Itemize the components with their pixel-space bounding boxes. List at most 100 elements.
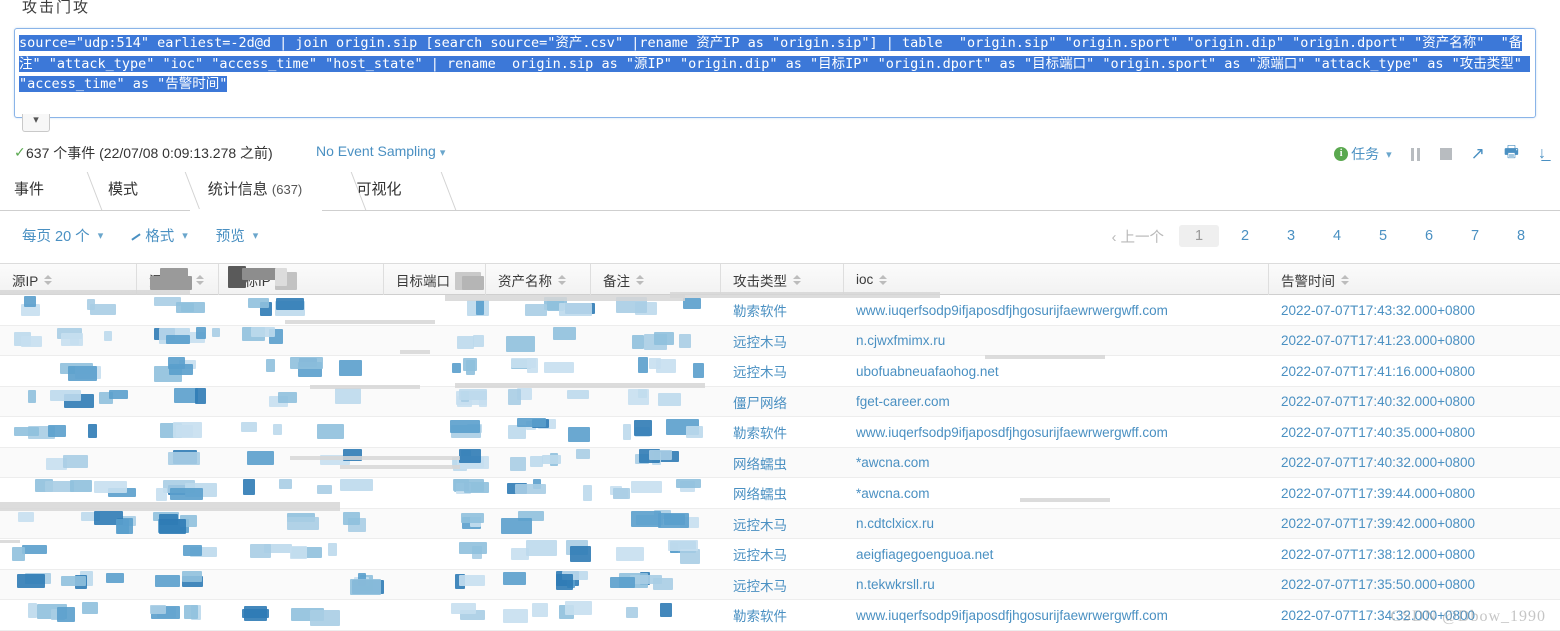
cell-ioc[interactable]: *awcna.com [844, 448, 1269, 478]
preview-dropdown[interactable]: 预览 ▾ [216, 225, 259, 246]
cell-dest_port[interactable] [384, 356, 486, 386]
cell-alert_time[interactable]: 2022-07-07T17:40:32.000+0800 [1269, 448, 1560, 478]
cell-source_port[interactable] [137, 539, 219, 569]
cell-dest_port[interactable] [384, 326, 486, 356]
cell-dest_ip[interactable] [219, 356, 384, 386]
sort-icon[interactable] [636, 274, 644, 286]
cell-asset_name[interactable] [486, 570, 591, 600]
cell-attack_type[interactable]: 勒索软件 [721, 417, 844, 447]
pagination-page-6[interactable]: 6 [1409, 225, 1449, 247]
cell-attack_type[interactable]: 网络蠕虫 [721, 478, 844, 508]
cell-dest_ip[interactable] [219, 326, 384, 356]
cell-ioc[interactable]: *awcna.com [844, 478, 1269, 508]
table-row[interactable]: 远控木马aeigfiagegoenguoa.net2022-07-07T17:3… [0, 539, 1560, 570]
column-header-0[interactable]: 源IP [0, 264, 137, 295]
tab-visualization[interactable]: 可视化 [348, 170, 410, 209]
cell-source_port[interactable] [137, 570, 219, 600]
cell-asset_name[interactable] [486, 539, 591, 569]
tab-statistics[interactable]: 统计信息 (637) [190, 170, 320, 209]
cell-asset_name[interactable] [486, 417, 591, 447]
cell-note[interactable] [591, 570, 721, 600]
cell-dest_ip[interactable] [219, 509, 384, 539]
print-icon[interactable]: 🖶 [1504, 141, 1519, 168]
cell-note[interactable] [591, 387, 721, 417]
column-header-6[interactable]: 攻击类型 [721, 264, 844, 295]
cell-dest_ip[interactable] [219, 448, 384, 478]
cell-source_ip[interactable] [0, 600, 137, 630]
table-row[interactable]: 勒索软件www.iuqerfsodp9ifjaposdfjhgosurijfae… [0, 600, 1560, 631]
pagination-page-5[interactable]: 5 [1363, 225, 1403, 247]
cell-ioc[interactable]: ubofuabneuafaohog.net [844, 356, 1269, 386]
cell-source_port[interactable] [137, 356, 219, 386]
cell-alert_time[interactable]: 2022-07-07T17:43:32.000+0800 [1269, 295, 1560, 325]
cell-alert_time[interactable]: 2022-07-07T17:41:23.000+0800 [1269, 326, 1560, 356]
cell-note[interactable] [591, 600, 721, 630]
cell-dest_port[interactable] [384, 478, 486, 508]
cell-dest_port[interactable] [384, 387, 486, 417]
pagination-page-3[interactable]: 3 [1271, 225, 1311, 247]
table-row[interactable]: 远控木马n.cjwxfmimx.ru2022-07-07T17:41:23.00… [0, 326, 1560, 357]
cell-asset_name[interactable] [486, 478, 591, 508]
cell-attack_type[interactable]: 远控木马 [721, 570, 844, 600]
table-row[interactable]: 勒索软件www.iuqerfsodp9ifjaposdfjhgosurijfae… [0, 417, 1560, 448]
pagination-page-7[interactable]: 7 [1455, 225, 1495, 247]
cell-dest_port[interactable] [384, 600, 486, 630]
sort-icon[interactable] [1341, 274, 1349, 286]
cell-attack_type[interactable]: 勒索软件 [721, 600, 844, 630]
cell-dest_port[interactable] [384, 448, 486, 478]
cell-attack_type[interactable]: 远控木马 [721, 509, 844, 539]
per-page-dropdown[interactable]: 每页 20 个 ▾ [22, 225, 103, 246]
column-header-8[interactable]: 告警时间 [1269, 264, 1560, 295]
column-header-1[interactable]: 源端口 [137, 264, 219, 295]
cell-source_port[interactable] [137, 600, 219, 630]
cell-attack_type[interactable]: 远控木马 [721, 539, 844, 569]
cell-ioc[interactable]: www.iuqerfsodp9ifjaposdfjhgosurijfaewrwe… [844, 295, 1269, 325]
cell-dest_ip[interactable] [219, 600, 384, 630]
cell-dest_port[interactable] [384, 539, 486, 569]
cell-alert_time[interactable]: 2022-07-07T17:34:32.000+0800 [1269, 600, 1560, 630]
cell-ioc[interactable]: www.iuqerfsodp9ifjaposdfjhgosurijfaewrwe… [844, 600, 1269, 630]
cell-dest_ip[interactable] [219, 570, 384, 600]
cell-dest_port[interactable] [384, 295, 486, 325]
column-header-3[interactable]: 目标端口 [384, 264, 486, 295]
cell-dest_ip[interactable] [219, 417, 384, 447]
tab-patterns[interactable]: 模式 [92, 170, 154, 209]
job-menu-button[interactable]: i 任务 ▾ [1334, 144, 1392, 164]
table-row[interactable]: 勒索软件www.iuqerfsodp9ifjaposdfjhgosurijfae… [0, 295, 1560, 326]
cell-asset_name[interactable] [486, 600, 591, 630]
cell-source_ip[interactable] [0, 478, 137, 508]
pagination-page-8[interactable]: 8 [1501, 225, 1541, 247]
cell-source_ip[interactable] [0, 387, 137, 417]
share-arrow-icon[interactable]: ↗ [1471, 144, 1485, 164]
cell-source_ip[interactable] [0, 448, 137, 478]
cell-alert_time[interactable]: 2022-07-07T17:39:42.000+0800 [1269, 509, 1560, 539]
cell-note[interactable] [591, 539, 721, 569]
table-row[interactable]: 远控木马n.cdtclxicx.ru2022-07-07T17:39:42.00… [0, 509, 1560, 540]
cell-ioc[interactable]: n.cdtclxicx.ru [844, 509, 1269, 539]
pause-icon[interactable] [1411, 148, 1421, 161]
chevron-down-icon[interactable]: ▾ [22, 114, 50, 132]
cell-note[interactable] [591, 326, 721, 356]
sort-icon[interactable] [793, 274, 801, 286]
spl-query-text[interactable]: source="udp:514" earliest=-2d@d | join o… [19, 33, 1531, 95]
stop-icon[interactable] [1440, 148, 1452, 160]
cell-source_ip[interactable] [0, 326, 137, 356]
cell-dest_ip[interactable] [219, 539, 384, 569]
table-row[interactable]: 僵尸网络fget-career.com2022-07-07T17:40:32.0… [0, 387, 1560, 418]
sort-icon[interactable] [277, 274, 285, 286]
cell-source_port[interactable] [137, 417, 219, 447]
cell-alert_time[interactable]: 2022-07-07T17:41:16.000+0800 [1269, 356, 1560, 386]
download-icon[interactable]: ↓̲ [1538, 145, 1546, 163]
sort-icon[interactable] [196, 274, 204, 286]
spl-search-box[interactable]: source="udp:514" earliest=-2d@d | join o… [14, 28, 1536, 118]
cell-asset_name[interactable] [486, 326, 591, 356]
cell-source_port[interactable] [137, 509, 219, 539]
cell-source_port[interactable] [137, 326, 219, 356]
pagination-page-2[interactable]: 2 [1225, 225, 1265, 247]
cell-asset_name[interactable] [486, 509, 591, 539]
cell-note[interactable] [591, 478, 721, 508]
cell-dest_port[interactable] [384, 570, 486, 600]
cell-ioc[interactable]: n.cjwxfmimx.ru [844, 326, 1269, 356]
pagination-prev[interactable]: ‹ 上一个 [1100, 226, 1176, 247]
cell-source_port[interactable] [137, 295, 219, 325]
